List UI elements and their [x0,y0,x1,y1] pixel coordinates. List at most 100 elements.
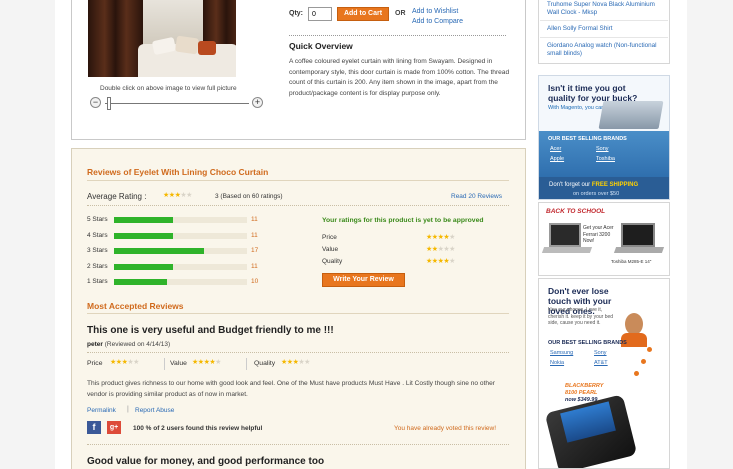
most-accepted-title: Most Accepted Reviews [87,301,184,311]
or-label: OR [395,10,406,17]
ad-brands-band: OUR BEST SELLING BRANDS Acer Sony Apple … [539,131,669,177]
google-plus-icon[interactable]: g+ [107,421,121,434]
ad-title: BACK TO SCHOOL [546,208,606,215]
zoom-slider-handle[interactable] [107,97,111,110]
rating-bar-count: 11 [251,262,258,270]
rating-bar-row: 5 Stars 11 [87,215,262,225]
zoom-slider-track[interactable] [105,103,249,104]
magento-ad-banner[interactable]: Isn't it time you got quality for your b… [538,75,670,200]
already-voted-notice: You have already voted this review! [394,425,497,432]
review-quality-label: Quality [254,360,276,367]
review-value-label: Value [170,360,187,367]
your-rating-stars[interactable]: ★★★★★ [426,245,455,253]
rating-bar-label: 3 Stars [87,247,108,254]
rating-bar-count: 10 [251,278,259,285]
zoom-out-icon[interactable]: − [90,97,101,108]
brand-link[interactable]: Nokia [550,360,564,366]
your-rating-label: Quality [322,258,343,265]
add-to-wishlist-link[interactable]: Add to Wishlist [412,8,458,15]
rating-bar-fill [114,217,173,223]
review-author: peter (Reviewed on 4/14/13) [87,341,170,348]
free-shipping-sub: on orders over $50 [573,191,620,197]
ad-subline: With Magento, you can. [548,105,606,111]
review-value-stars: ★★★★★ [192,359,221,366]
laptop-image [621,223,655,247]
write-review-button[interactable]: Write Your Review [322,273,405,287]
ad-subline: Use our phones. Love it, cherish it. kee… [548,307,614,326]
rating-bar-count: 17 [251,247,259,254]
quick-overview-title: Quick Overview [289,41,353,51]
facebook-icon[interactable]: f [87,421,101,434]
divider [164,358,165,370]
rating-bar-fill [114,248,205,254]
divider [289,35,506,36]
permalink-link[interactable]: Permalink [87,407,116,414]
your-rating-stars[interactable]: ★★★★★ [426,233,455,241]
review-price-stars: ★★★★★ [110,359,139,366]
quick-overview-text: A coffee coloured eyelet curtain with li… [289,58,510,97]
rating-bar-fill [114,232,173,239]
brands-title: OUR BEST SELLING BRANDS [548,136,627,142]
rating-bar-label: 5 Stars [87,216,108,223]
ad-promo: Get your Acer Ferrari 3200 Now! [583,225,614,244]
brand-link[interactable]: Toshiba [596,156,615,162]
your-rating-label: Value [322,246,339,253]
qty-input[interactable] [308,7,332,21]
zoom-in-icon[interactable]: + [252,97,263,108]
divider [87,180,509,181]
laptop-image [598,101,664,129]
back-to-school-ad[interactable]: BACK TO SCHOOL Get your Acer Ferrari 320… [538,202,670,276]
recently-viewed-list: Truhome Super Nova Black Aluminium Wall … [538,0,670,64]
rating-bar-track [114,232,247,239]
laptop-image [549,223,581,247]
review-text: This product gives richness to our home … [87,380,495,398]
image-hint: Double click on above image to view full… [100,85,237,92]
add-to-cart-button[interactable]: Add to Cart [337,7,389,21]
product-image[interactable] [88,0,236,77]
reviews-section: Reviews of Eyelet With Lining Choco Curt… [71,148,526,469]
review-quality-stars: ★★★★★ [281,359,310,366]
your-rating-stars[interactable]: ★★★★★ [426,257,455,265]
brand-link[interactable]: Sony [596,146,609,152]
review-price-label: Price [87,360,103,367]
rating-bar-row: 4 Stars 11 [87,231,262,241]
link-separator: | [127,406,129,413]
review-date: (Reviewed on 4/14/13) [104,341,171,348]
ratings-pending-notice: Your ratings for this product is yet to … [322,217,484,224]
sidebar-product-link[interactable]: Allen Solly Formal Shirt [547,25,665,33]
average-rating-count: 3 (Based on 60 ratings) [215,193,283,200]
sidebar-product-link[interactable]: Giordano Analog watch (Non-functional sm… [547,42,665,58]
divider [87,205,509,206]
brand-link[interactable]: AT&T [594,360,608,366]
divider [540,37,668,38]
your-rating-label: Price [322,234,337,241]
review-author-name: peter [87,341,103,348]
add-to-compare-link[interactable]: Add to Compare [412,18,463,25]
read-reviews-link[interactable]: Read 20 Reviews [451,193,502,200]
person-image [625,313,643,335]
divider [540,20,668,21]
phones-ad-banner[interactable]: Don't ever lose touch with your loved on… [538,278,670,469]
divider [87,444,509,445]
brand-link[interactable]: Apple [550,156,564,162]
rating-bar-track [114,279,247,285]
rating-bar-row: 3 Stars 17 [87,246,262,256]
review-headline: This one is very useful and Budget frien… [87,325,334,336]
product-summary: Double click on above image to view full… [71,0,526,140]
rating-bar-label: 1 Stars [87,278,108,285]
review-headline: Good value for money, and good performan… [87,456,325,467]
report-abuse-link[interactable]: Report Abuse [135,407,174,414]
rating-bar-label: 2 Stars [87,262,108,270]
average-rating-stars: ★★★★★ [163,192,192,199]
ad-caption: Toshiba M285-E 14" [611,259,652,264]
rating-bar-row: 2 Stars 11 [87,262,262,272]
rating-bar-label: 4 Stars [87,231,108,239]
sidebar-product-link[interactable]: Truhome Super Nova Black Aluminium Wall … [547,1,665,17]
brand-link[interactable]: Samsung [550,350,573,356]
brand-link[interactable]: Sony [594,350,607,356]
divider [246,358,247,370]
brand-link[interactable]: Acer [550,146,561,152]
rating-bar-fill [114,279,168,285]
qty-label: Qty: [289,10,303,17]
divider [87,352,509,353]
